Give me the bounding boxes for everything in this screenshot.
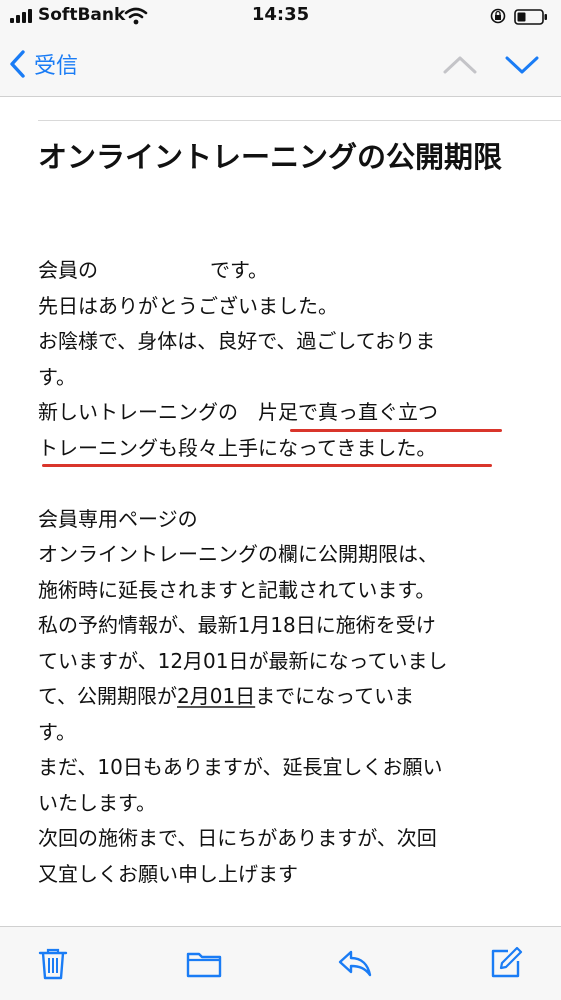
body-line: 先日はありがとうございました。 xyxy=(38,293,338,318)
body-line: す。 xyxy=(38,364,76,389)
status-time: 14:35 xyxy=(251,4,310,25)
body-line-text: て、公開期限が xyxy=(38,684,177,708)
reply-icon[interactable] xyxy=(337,945,373,981)
email-body: 会員の です。 先日はありがとうございました。 お陰様で、身体は、良好で、過ごして… xyxy=(38,253,518,892)
nav-bar: 受信 xyxy=(0,34,561,97)
bottom-toolbar xyxy=(0,926,561,1000)
chevron-left-icon xyxy=(10,50,25,78)
body-line: 又宜しくお願い申し上げます xyxy=(38,861,298,886)
greeting-prefix: 会員の xyxy=(38,258,98,282)
header-divider xyxy=(38,120,561,121)
body-line-text: トレーニングも段々上手になってきました。 xyxy=(38,435,437,460)
rotation-lock-icon xyxy=(490,8,506,24)
next-message-icon[interactable] xyxy=(502,48,542,80)
compose-icon[interactable] xyxy=(488,945,524,981)
body-line-text: までになっていま xyxy=(255,684,415,708)
body-line: 施術時に延長されますと記載されています。 xyxy=(38,577,436,602)
body-line: 会員専用ページの xyxy=(38,506,198,531)
email-content[interactable]: オンライントレーニングの公開期限 会員の です。 先日はありがとうございました。 … xyxy=(0,97,561,925)
body-line: ていますが、12月01日が最新になっていまし xyxy=(38,648,448,673)
mail-screen: SoftBank 14:35 受信 オンライントレーニングの公開期限 会員の で… xyxy=(0,0,561,1000)
greeting-suffix: です。 xyxy=(210,258,268,282)
body-line: トレーニングも段々上手になってきました。 xyxy=(38,431,518,467)
body-line: 次回の施術まで、日にちがありますが、次回 xyxy=(38,826,437,850)
trash-icon[interactable] xyxy=(35,945,71,981)
body-line: て、公開期限が2月01日までになっていま xyxy=(38,679,518,715)
body-line-text: 新しいトレーニングの 片足で真っ直ぐ立つ xyxy=(38,400,438,424)
body-line: 会員の です。 xyxy=(38,253,518,289)
previous-message-icon[interactable] xyxy=(440,48,480,80)
detected-date-link[interactable]: 2月01日 xyxy=(177,684,255,708)
back-label: 受信 xyxy=(34,54,79,79)
body-line: オンライントレーニングの欄に公開期限は、 xyxy=(38,542,438,566)
status-bar: SoftBank 14:35 xyxy=(0,0,561,34)
body-line: いたします。 xyxy=(38,790,156,815)
body-line: 新しいトレーニングの 片足で真っ直ぐ立つ xyxy=(38,395,518,432)
email-subject: オンライントレーニングの公開期限 xyxy=(38,140,503,174)
back-button[interactable]: 受信 xyxy=(8,46,78,82)
battery-icon xyxy=(514,9,547,25)
body-line: お陰様で、身体は、良好で、過ごしておりま xyxy=(38,329,436,353)
folder-icon[interactable] xyxy=(186,945,222,981)
body-line: 私の予約情報が、最新1月18日に施術を受け xyxy=(38,613,436,637)
body-line: まだ、10日もありますが、延長宜しくお願い xyxy=(38,755,443,779)
body-line: す。 xyxy=(38,719,76,744)
